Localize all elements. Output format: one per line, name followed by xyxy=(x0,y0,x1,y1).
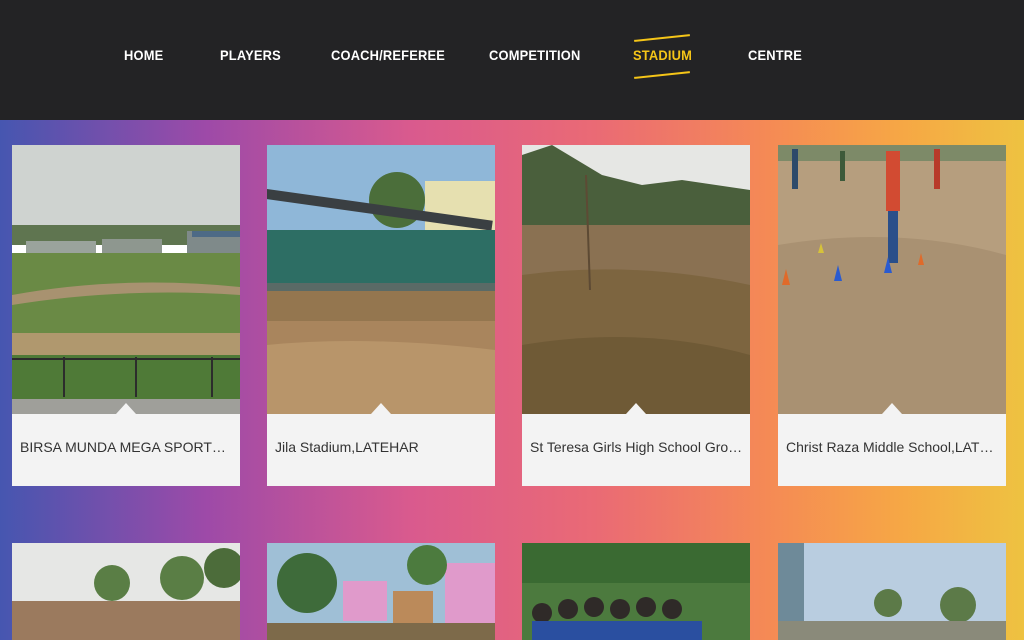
stadium-photo xyxy=(778,543,1006,640)
stadium-card[interactable] xyxy=(267,543,495,640)
stadium-name[interactable]: Christ Raza Middle School,LATEHAR xyxy=(786,439,1000,455)
stadium-name[interactable]: BIRSA MUNDA MEGA SPORTS COM... xyxy=(20,439,234,455)
nav-item-centre[interactable]: CENTRE xyxy=(748,47,802,67)
stadium-photo xyxy=(522,145,750,414)
stadium-caption: BIRSA MUNDA MEGA SPORTS COM... xyxy=(12,403,240,486)
nav-item-competition[interactable]: COMPETITION xyxy=(489,47,580,67)
nav-item-players[interactable]: PLAYERS xyxy=(220,47,281,67)
caption-pointer xyxy=(371,403,391,414)
stadium-caption: Christ Raza Middle School,LATEHAR xyxy=(778,403,1006,486)
top-navigation-bar: HOME PLAYERS COACH/REFEREE COMPETITION S… xyxy=(0,0,1024,120)
stadium-card[interactable]: Jila Stadium,LATEHAR xyxy=(267,145,495,486)
stadium-card[interactable]: St Teresa Girls High School Ground,... xyxy=(522,145,750,486)
stadium-photo xyxy=(267,543,495,640)
stadium-photo xyxy=(267,145,495,414)
active-indicator-bottom-line xyxy=(634,71,690,79)
stadium-card[interactable] xyxy=(522,543,750,640)
caption-pointer xyxy=(626,403,646,414)
stadium-name[interactable]: Jila Stadium,LATEHAR xyxy=(275,439,489,455)
stadium-card[interactable]: BIRSA MUNDA MEGA SPORTS COM... xyxy=(12,145,240,486)
stadium-card[interactable] xyxy=(12,543,240,640)
nav-item-coach-referee[interactable]: COACH/REFEREE xyxy=(331,47,445,67)
stadium-card[interactable] xyxy=(778,543,1006,640)
stadium-photo xyxy=(778,145,1006,414)
nav-item-stadium[interactable]: STADIUM xyxy=(633,47,692,67)
stadium-name[interactable]: St Teresa Girls High School Ground,... xyxy=(530,439,744,455)
caption-pointer xyxy=(882,403,902,414)
stadium-photo xyxy=(12,543,240,640)
caption-pointer xyxy=(116,403,136,414)
stadium-photo xyxy=(12,145,240,414)
nav-item-home[interactable]: HOME xyxy=(124,47,163,67)
stadium-gallery: BIRSA MUNDA MEGA SPORTS COM... Jila Stad… xyxy=(0,120,1024,640)
stadium-caption: Jila Stadium,LATEHAR xyxy=(267,403,495,486)
stadium-photo xyxy=(522,543,750,640)
stadium-caption: St Teresa Girls High School Ground,... xyxy=(522,403,750,486)
stadium-card[interactable]: Christ Raza Middle School,LATEHAR xyxy=(778,145,1006,486)
active-indicator-top-line xyxy=(634,34,690,42)
